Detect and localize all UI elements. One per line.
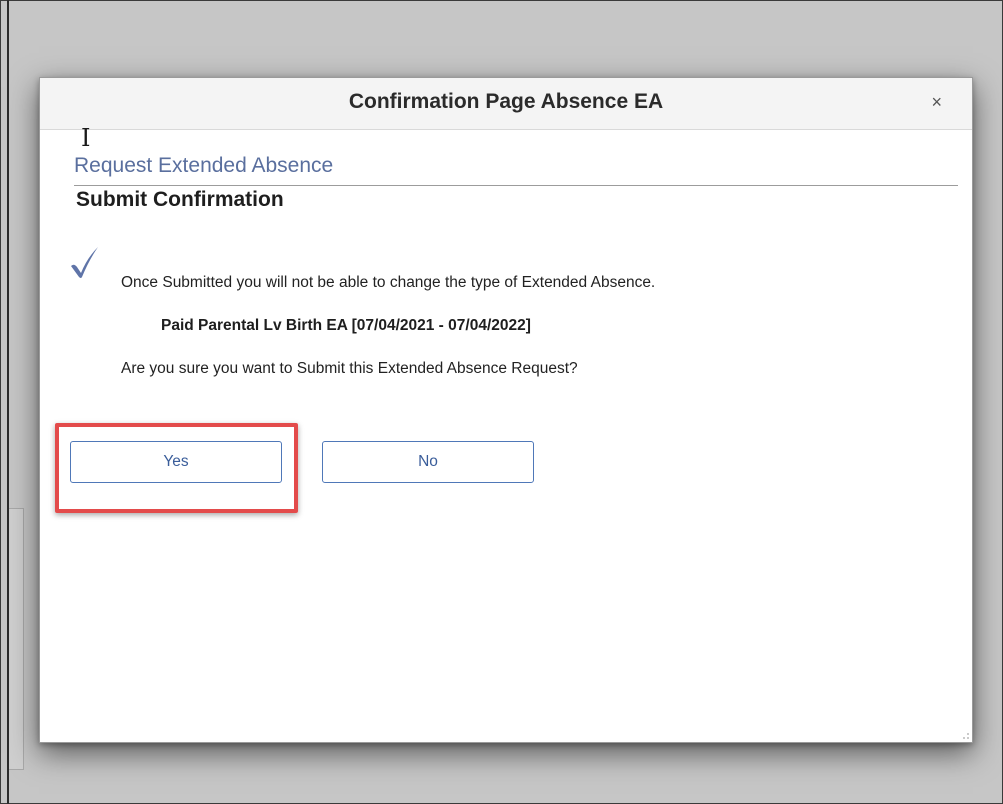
text-cursor-icon: I: [81, 124, 91, 152]
section-divider: [74, 185, 958, 186]
resize-grip-icon[interactable]: [960, 730, 970, 740]
warning-message: Once Submitted you will not be able to c…: [121, 274, 656, 291]
yes-button[interactable]: Yes: [70, 441, 282, 483]
dialog-header: Confirmation Page Absence EA ×: [40, 78, 972, 130]
close-button[interactable]: ×: [931, 92, 942, 113]
absence-detail: Paid Parental Lv Birth EA [07/04/2021 - …: [161, 317, 531, 334]
no-button[interactable]: No: [322, 441, 534, 483]
section-title: Request Extended Absence: [74, 154, 334, 177]
submit-confirmation-heading: Submit Confirmation: [76, 188, 284, 211]
checkmark-icon: [71, 247, 98, 278]
background-panel: [9, 508, 24, 770]
confirmation-dialog: Confirmation Page Absence EA × I Request…: [39, 77, 973, 743]
dialog-title: Confirmation Page Absence EA: [348, 90, 664, 113]
confirmation-question: Are you sure you want to Submit this Ext…: [121, 360, 578, 377]
